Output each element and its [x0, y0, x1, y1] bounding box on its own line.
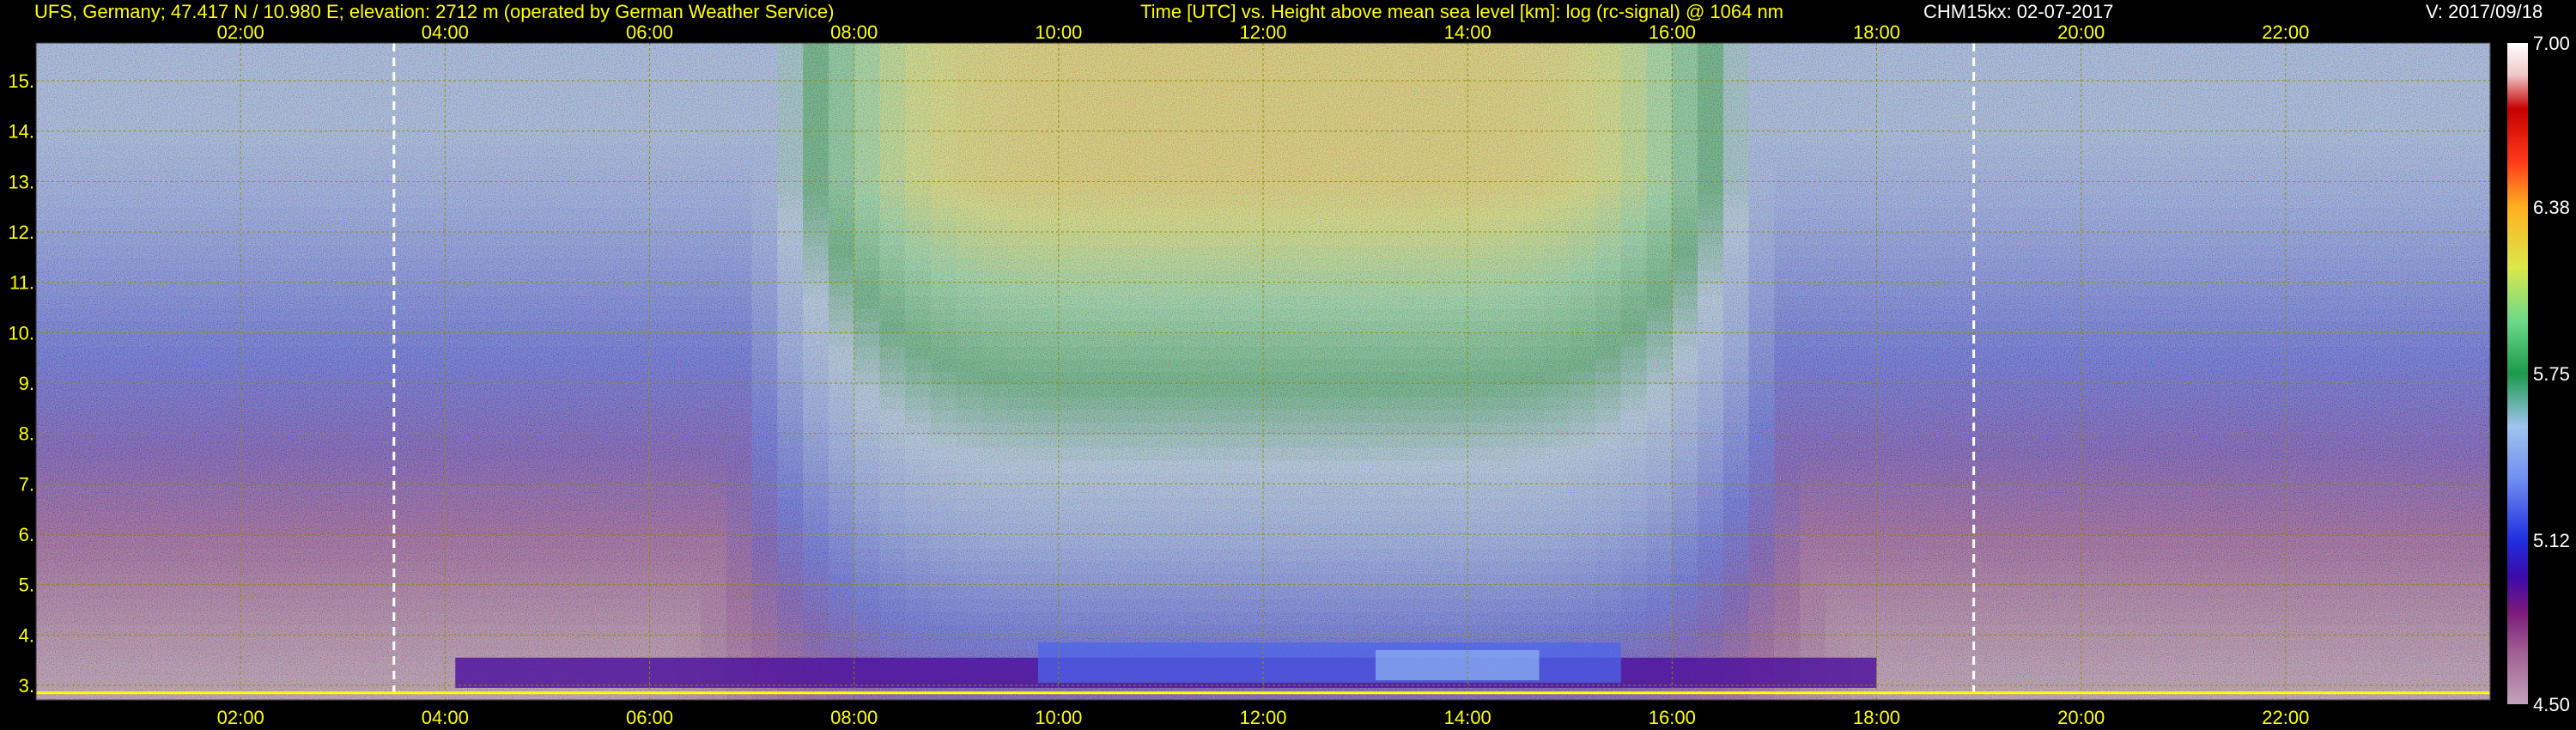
ceilometer-chart: 02:00 04:00 06:00 08:00 10:00 12:00 14:00 16:00… [8, 21, 2569, 728]
plot-area [35, 42, 2491, 701]
